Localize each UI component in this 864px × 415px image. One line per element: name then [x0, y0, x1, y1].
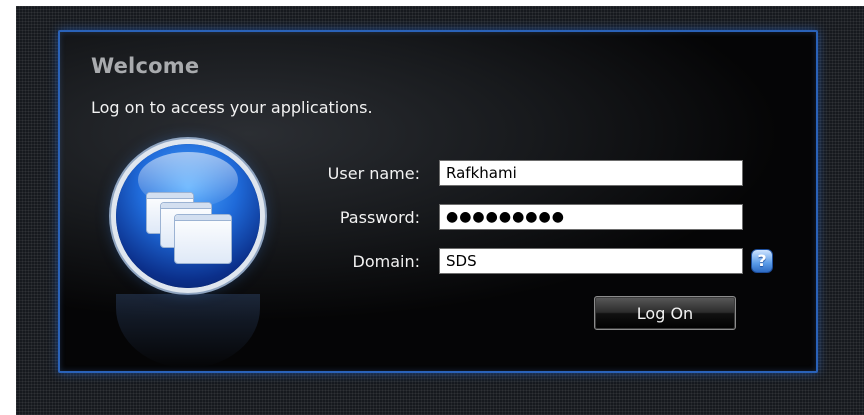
- domain-label: Domain:: [352, 252, 420, 271]
- window-icon-front: [174, 214, 232, 264]
- question-mark-icon[interactable]: ?: [751, 249, 773, 273]
- username-label: User name:: [327, 164, 420, 183]
- logon-dialog: Welcome Log on to access your applicatio…: [58, 30, 818, 373]
- globe-reflection: [116, 294, 260, 368]
- password-input[interactable]: [439, 204, 743, 230]
- username-input[interactable]: [439, 160, 743, 186]
- dialog-title: Welcome: [91, 54, 200, 78]
- dialog-subtitle: Log on to access your applications.: [91, 98, 373, 117]
- password-label: Password:: [339, 208, 420, 227]
- domain-input[interactable]: [439, 248, 743, 274]
- windows-globe-icon: [116, 144, 260, 288]
- screen: Welcome Log on to access your applicatio…: [0, 0, 864, 415]
- logon-button[interactable]: Log On: [594, 296, 736, 330]
